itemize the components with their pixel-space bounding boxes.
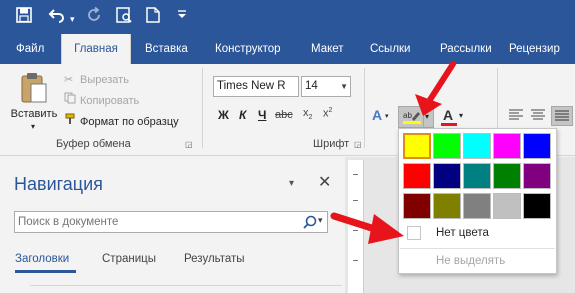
stop-highlighting-item: Не выделять <box>400 250 555 272</box>
chevron-down-icon[interactable]: ▾ <box>318 215 323 226</box>
highlight-color-swatch[interactable] <box>433 133 461 159</box>
tab-layout[interactable]: Макет <box>311 34 344 64</box>
font-name-combo[interactable]: Times New R <box>213 76 299 97</box>
ribbon-tabs: Файл Главная Вставка Конструктор Макет С… <box>0 34 575 64</box>
chevron-down-icon[interactable]: ▾ <box>289 178 294 189</box>
no-color-label: Нет цвета <box>436 227 489 239</box>
tab-insert[interactable]: Вставка <box>145 34 188 64</box>
chevron-down-icon[interactable]: ▼ <box>340 77 348 96</box>
align-left-icon[interactable] <box>508 108 524 125</box>
search-input[interactable] <box>18 214 288 230</box>
tab-references[interactable]: Ссылки <box>370 34 411 64</box>
search-document-box[interactable]: ▾ <box>14 211 328 233</box>
no-color-swatch <box>407 226 421 240</box>
copy-icon <box>64 91 80 111</box>
nav-divider <box>30 285 342 286</box>
menu-separator <box>400 248 555 249</box>
highlight-color-swatch[interactable] <box>463 163 491 189</box>
highlight-color-menu: Нет цвета Не выделять <box>398 128 557 274</box>
scissors-icon: ✂ <box>64 74 74 86</box>
save-icon[interactable] <box>16 7 32 29</box>
dialog-launcher-icon[interactable]: ◲ <box>185 140 193 149</box>
annotation-arrow-right <box>330 212 404 244</box>
subscript-icon[interactable]: x2 <box>303 107 312 121</box>
chevron-down-icon[interactable]: ▾ <box>385 112 389 120</box>
paste-button[interactable]: Вставить ▾ <box>11 70 57 131</box>
font-group-label: Шрифт <box>313 138 350 150</box>
chevron-down-icon: ▾ <box>31 122 36 131</box>
underline-button[interactable]: Ч <box>258 108 266 122</box>
tab-headings[interactable]: Заголовки <box>15 253 69 265</box>
cut-button: ✂ Вырезать <box>64 70 129 90</box>
dialog-launcher-icon[interactable]: ◲ <box>354 140 362 149</box>
highlight-color-swatch[interactable] <box>493 193 521 219</box>
italic-button[interactable]: К <box>239 108 246 122</box>
font-size-combo[interactable]: 14 ▼ <box>301 76 351 97</box>
tab-review[interactable]: Рецензир <box>509 34 560 64</box>
title-bar: ▾ <box>0 0 575 34</box>
no-color-item[interactable]: Нет цвета <box>400 222 555 244</box>
highlight-color-swatch[interactable] <box>493 163 521 189</box>
active-tab-underline <box>15 270 76 273</box>
clipboard-group-label: Буфер обмена <box>56 138 131 150</box>
highlight-color-swatch[interactable] <box>433 193 461 219</box>
undo-icon[interactable] <box>48 7 66 29</box>
highlight-color-swatch[interactable] <box>433 163 461 189</box>
highlight-color-swatch[interactable] <box>403 133 431 159</box>
customize-qat-icon[interactable] <box>177 8 187 28</box>
highlight-color-swatch[interactable] <box>403 163 431 189</box>
strikethrough-icon[interactable]: abc <box>275 109 293 121</box>
stop-highlighting-label: Не выделять <box>436 255 506 267</box>
highlight-color-swatch[interactable] <box>403 193 431 219</box>
tab-design[interactable]: Конструктор <box>215 34 281 64</box>
tab-pages[interactable]: Страницы <box>102 253 156 265</box>
group-divider <box>202 68 203 148</box>
ruler-tick <box>353 200 358 201</box>
font-size-value: 14 <box>305 80 318 92</box>
format-painter-button[interactable]: Формат по образцу <box>64 112 179 132</box>
redo-icon <box>86 6 102 29</box>
align-center-icon[interactable] <box>530 108 546 125</box>
highlight-color-swatch[interactable] <box>523 133 551 159</box>
align-justify-icon[interactable] <box>551 106 573 126</box>
superscript-icon[interactable]: x2 <box>323 107 332 120</box>
tab-file[interactable]: Файл <box>16 34 44 64</box>
bold-button[interactable]: Ж <box>218 108 229 122</box>
print-preview-icon[interactable] <box>116 7 132 29</box>
navigation-pane: Навигация ▾ ✕ ▾ Заголовки Страницы Резул… <box>0 157 345 293</box>
tab-home[interactable]: Главная <box>61 34 131 64</box>
paste-icon <box>21 73 47 103</box>
text-effects-icon[interactable]: A <box>372 107 382 123</box>
highlight-color-swatch[interactable] <box>523 163 551 189</box>
close-icon[interactable]: ✕ <box>318 172 331 192</box>
highlight-color-swatch[interactable] <box>493 133 521 159</box>
ruler-tick <box>353 174 358 175</box>
navigation-title: Навигация <box>14 174 103 194</box>
font-color-bar <box>441 123 457 126</box>
new-document-icon[interactable] <box>146 7 160 29</box>
paintbrush-icon <box>64 112 80 132</box>
highlight-color-swatch[interactable] <box>523 193 551 219</box>
highlight-color-swatch[interactable] <box>463 133 491 159</box>
group-divider <box>364 68 365 148</box>
annotation-arrow-down <box>415 61 456 116</box>
tab-results[interactable]: Результаты <box>184 253 245 265</box>
highlight-color-swatch[interactable] <box>463 193 491 219</box>
copy-button: Копировать <box>64 91 139 111</box>
paste-label: Вставить <box>10 108 58 120</box>
font-name-value: Times New R <box>217 80 286 92</box>
ruler-tick <box>353 260 358 261</box>
search-icon[interactable] <box>303 215 317 232</box>
undo-dropdown-icon[interactable]: ▾ <box>70 9 75 29</box>
